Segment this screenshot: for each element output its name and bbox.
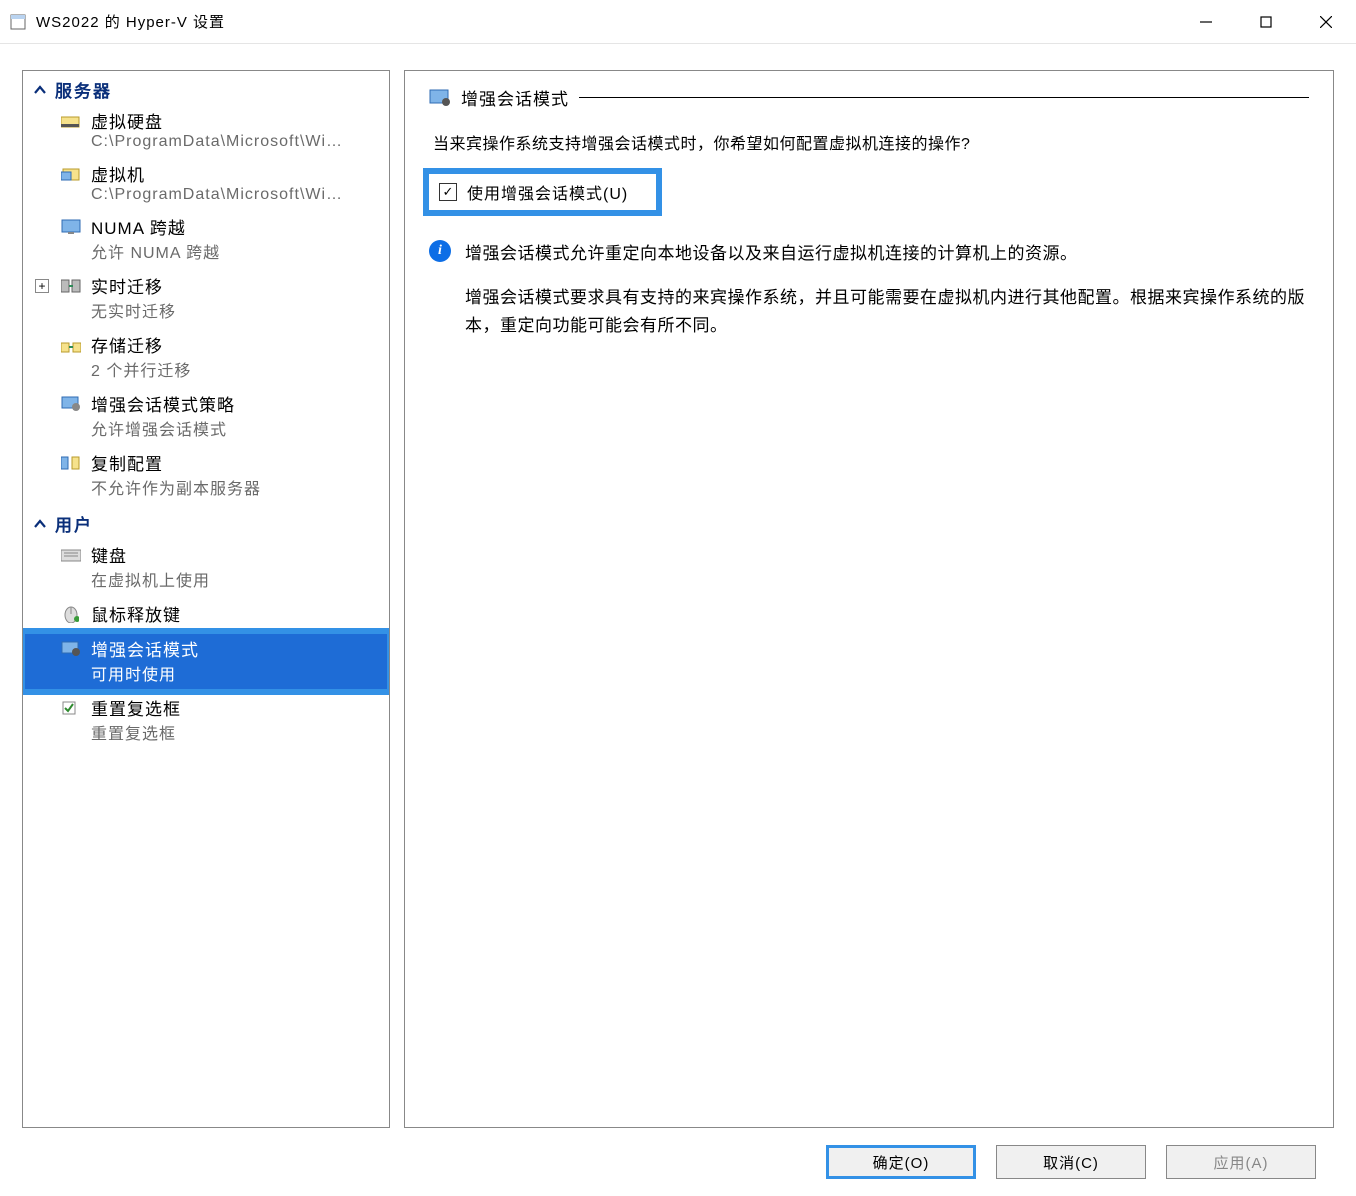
tree-item-label: 鼠标释放键 <box>91 601 181 626</box>
tree-item-sublabel: 允许增强会话模式 <box>61 416 351 440</box>
tree-item-sublabel: 无实时迁移 <box>61 298 351 322</box>
disk-icon <box>61 111 81 131</box>
section-header-user[interactable]: 用户 <box>23 505 389 538</box>
tree-item-live-migration[interactable]: + 实时迁移 无实时迁移 <box>23 269 389 328</box>
info-paragraph-2: 增强会话模式要求具有支持的来宾操作系统，并且可能需要在虚拟机内进行其他配置。根据… <box>465 284 1309 340</box>
tree-item-sublabel: C:\ProgramData\Microsoft\Windo... <box>61 186 351 204</box>
apply-button[interactable]: 应用(A) <box>1166 1145 1316 1179</box>
folder-vm-icon <box>61 164 81 184</box>
replicate-icon <box>61 453 81 473</box>
checkbox-reset-icon <box>61 698 81 718</box>
checkbox-label: 使用增强会话模式(U) <box>467 180 628 204</box>
minimize-button[interactable] <box>1176 0 1236 44</box>
tree-item-label: 重置复选框 <box>91 695 181 720</box>
tree-item-label: 虚拟机 <box>91 161 145 186</box>
info-icon: i <box>429 240 451 262</box>
close-button[interactable] <box>1296 0 1356 44</box>
info-block: i 增强会话模式允许重定向本地设备以及来自运行虚拟机连接的计算机上的资源。 增强… <box>429 240 1309 356</box>
chevron-up-icon <box>31 81 49 99</box>
tree-item-storage-migration[interactable]: 存储迁移 2 个并行迁移 <box>23 328 389 387</box>
titlebar: WS2022 的 Hyper-V 设置 <box>0 0 1356 44</box>
detail-question: 当来宾操作系统支持增强会话模式时，你希望如何配置虚拟机连接的操作? <box>433 130 1305 154</box>
expand-icon[interactable]: + <box>35 279 49 293</box>
tree-item-vm[interactable]: 虚拟机 C:\ProgramData\Microsoft\Windo... <box>23 157 389 210</box>
tree-item-vhd[interactable]: 虚拟硬盘 C:\ProgramData\Microsoft\Windo... <box>23 104 389 157</box>
section-title-server: 服务器 <box>55 77 112 102</box>
mouse-icon <box>61 604 81 624</box>
tree-item-label: 存储迁移 <box>91 332 163 357</box>
header-rule <box>579 97 1309 98</box>
tree-item-label: 复制配置 <box>91 450 163 475</box>
monitor-icon <box>61 217 81 237</box>
tree-item-sublabel: 不允许作为副本服务器 <box>61 475 351 499</box>
section-header-server[interactable]: 服务器 <box>23 71 389 104</box>
detail-title: 增强会话模式 <box>461 85 569 110</box>
monitor-enhanced-icon <box>61 639 81 659</box>
tree-item-sublabel: 在虚拟机上使用 <box>61 567 351 591</box>
tree-item-sublabel: 重置复选框 <box>61 720 351 744</box>
use-enhanced-session-checkbox[interactable]: ✓ 使用增强会话模式(U) <box>423 168 662 216</box>
cancel-button[interactable]: 取消(C) <box>996 1145 1146 1179</box>
storage-migrate-icon <box>61 335 81 355</box>
tree-item-sublabel: 可用时使用 <box>61 661 351 685</box>
detail-panel: 增强会话模式 当来宾操作系统支持增强会话模式时，你希望如何配置虚拟机连接的操作?… <box>404 70 1334 1128</box>
tree-item-label: 实时迁移 <box>91 273 163 298</box>
keyboard-icon <box>61 545 81 565</box>
tree-item-keyboard[interactable]: 键盘 在虚拟机上使用 <box>23 538 389 597</box>
app-icon <box>10 14 26 30</box>
tree-item-label: 增强会话模式 <box>91 636 199 661</box>
tree-item-sublabel: 允许 NUMA 跨越 <box>61 239 351 263</box>
tree-item-label: 键盘 <box>91 542 127 567</box>
ok-button[interactable]: 确定(O) <box>826 1145 976 1179</box>
tree-item-sublabel: 2 个并行迁移 <box>61 357 351 381</box>
monitor-enhanced-icon <box>429 87 451 109</box>
server-migrate-icon <box>61 276 81 296</box>
tree-item-numa[interactable]: NUMA 跨越 允许 NUMA 跨越 <box>23 210 389 269</box>
monitor-gear-icon <box>61 394 81 414</box>
tree-item-label: 增强会话模式策略 <box>91 391 235 416</box>
tree-item-replication[interactable]: 复制配置 不允许作为副本服务器 <box>23 446 389 505</box>
tree-item-reset-checkboxes[interactable]: 重置复选框 重置复选框 <box>23 691 389 750</box>
checkbox-icon: ✓ <box>439 183 457 201</box>
detail-header: 增强会话模式 <box>429 85 1309 110</box>
settings-tree: 服务器 虚拟硬盘 C:\ProgramData\Microsoft\Windo.… <box>22 70 390 1128</box>
button-bar: 确定(O) 取消(C) 应用(A) <box>0 1128 1356 1196</box>
chevron-up-icon <box>31 515 49 533</box>
tree-item-mouse-release[interactable]: 鼠标释放键 <box>23 597 389 632</box>
window-title: WS2022 的 Hyper-V 设置 <box>36 11 1176 32</box>
maximize-button[interactable] <box>1236 0 1296 44</box>
info-paragraph-1: 增强会话模式允许重定向本地设备以及来自运行虚拟机连接的计算机上的资源。 <box>465 240 1309 268</box>
tree-item-label: 虚拟硬盘 <box>91 108 163 133</box>
tree-item-label: NUMA 跨越 <box>91 214 186 239</box>
section-title-user: 用户 <box>55 511 93 536</box>
tree-item-enhanced-session[interactable]: 增强会话模式 可用时使用 <box>23 632 389 691</box>
tree-item-enhanced-session-policy[interactable]: 增强会话模式策略 允许增强会话模式 <box>23 387 389 446</box>
tree-item-sublabel: C:\ProgramData\Microsoft\Windo... <box>61 133 351 151</box>
